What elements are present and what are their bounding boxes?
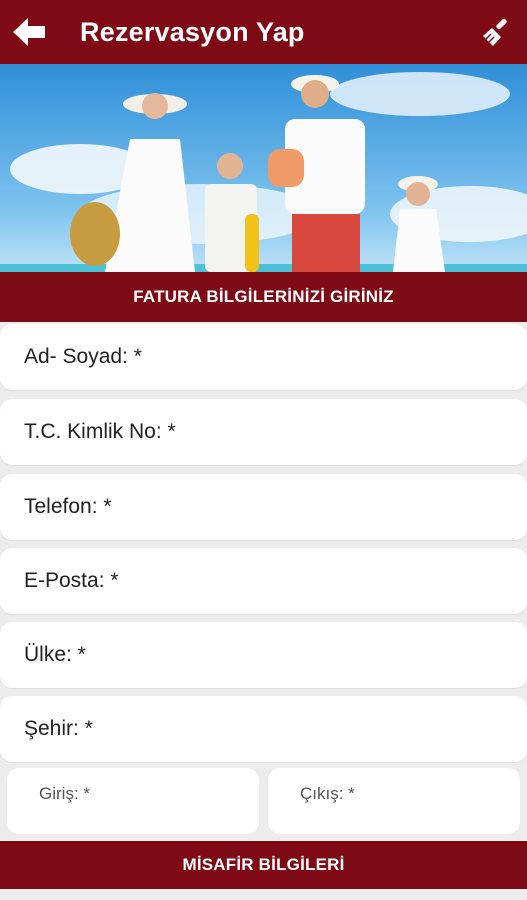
checkin-field-placeholder: Giriş: * [39,784,90,803]
name-field[interactable]: Ad- Soyad: * [0,324,527,390]
tc-id-field[interactable]: T.C. Kimlik No: * [0,399,527,465]
broom-icon [483,18,507,46]
phone-field-placeholder: Telefon: * [24,495,112,518]
country-field-placeholder: Ülke: * [24,643,86,666]
clear-form-button[interactable] [475,10,519,54]
email-field[interactable]: E-Posta: * [0,548,527,614]
checkout-field[interactable]: Çıkış: * [268,768,520,834]
city-field[interactable]: Şehir: * [0,696,527,762]
arrow-left-icon [13,18,45,46]
page-title: Rezervasyon Yap [80,16,305,47]
tc-id-field-placeholder: T.C. Kimlik No: * [24,420,176,443]
name-field-placeholder: Ad- Soyad: * [24,345,142,368]
guest-section-header: MİSAFİR BİLGİLERİ [0,841,527,889]
city-field-placeholder: Şehir: * [24,717,93,740]
phone-field[interactable]: Telefon: * [0,474,527,540]
checkout-field-placeholder: Çıkış: * [300,784,355,803]
billing-section-header: FATURA BİLGİLERİNİZİ GİRİNİZ [0,272,527,322]
checkin-field[interactable]: Giriş: * [7,768,259,834]
back-button[interactable] [4,0,56,64]
hero-image [0,64,527,272]
billing-section-title: FATURA BİLGİLERİNİZİ GİRİNİZ [133,287,394,306]
app-bar: Rezervasyon Yap [0,0,527,64]
family-beach-photo [0,64,527,272]
country-field[interactable]: Ülke: * [0,622,527,688]
guest-section-title: MİSAFİR BİLGİLERİ [182,855,345,874]
email-field-placeholder: E-Posta: * [24,569,119,592]
